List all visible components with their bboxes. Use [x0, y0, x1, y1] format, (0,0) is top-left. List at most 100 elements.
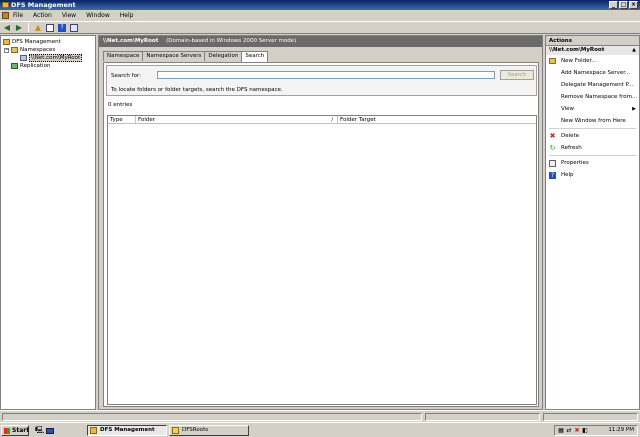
- tree-item-namespace-myroot[interactable]: \\Net.com\MyRoot: [20, 54, 83, 62]
- action-refresh[interactable]: ↻ Refresh: [546, 142, 639, 154]
- action-properties[interactable]: Properties: [546, 157, 639, 169]
- sort-arrow-icon: /: [331, 117, 333, 123]
- menu-bar: File Action View Window Help: [0, 10, 640, 21]
- action-help[interactable]: ? Help: [546, 169, 639, 181]
- actions-subhead-label: \\Net.com\MyRoot: [549, 47, 605, 53]
- network-tray-icon[interactable]: ▦: [558, 428, 564, 434]
- status-pane-main: [2, 413, 422, 421]
- show-desktop-icon[interactable]: [46, 426, 55, 435]
- new-folder-icon: [549, 58, 556, 65]
- properties-icon: [549, 160, 556, 167]
- action-label: Help: [561, 172, 574, 178]
- action-label: New Window from Here: [561, 118, 626, 124]
- center-pane: \\Net.com\MyRoot (Domain-based in Window…: [98, 35, 543, 410]
- entries-count: 0 entries: [108, 102, 133, 108]
- clock[interactable]: 11:29 PM: [608, 426, 634, 435]
- action-new-folder[interactable]: New Folder...: [546, 55, 639, 67]
- column-folder-target[interactable]: Folder Target: [338, 116, 536, 123]
- action-view[interactable]: View ▶: [546, 103, 639, 115]
- list-header: Type Folder / Folder Target: [108, 116, 536, 124]
- action-label: New Folder...: [561, 58, 597, 64]
- action-add-namespace-server[interactable]: Add Namespace Server...: [546, 67, 639, 79]
- dfs-management-icon: [3, 39, 10, 45]
- actions-subhead[interactable]: \\Net.com\MyRoot ▲: [546, 46, 639, 55]
- center-header: \\Net.com\MyRoot (Domain-based in Window…: [99, 36, 542, 47]
- column-type[interactable]: Type: [108, 116, 136, 123]
- collapse-icon[interactable]: −: [4, 47, 9, 53]
- tab-search[interactable]: Search: [241, 51, 269, 62]
- tree-item-replication[interactable]: Replication: [11, 62, 50, 70]
- task-dfsroots[interactable]: DFSRoots: [169, 425, 249, 436]
- search-input[interactable]: [157, 71, 495, 79]
- back-arrow-icon[interactable]: ◀: [2, 23, 12, 33]
- tab-delegation[interactable]: Delegation: [204, 51, 243, 61]
- console-tree: DFS Management − Namespaces \\Net.com\My…: [0, 35, 96, 410]
- status-pane-2: [425, 413, 540, 421]
- action-remove-namespace[interactable]: Remove Namespace from...: [546, 91, 639, 103]
- start-button[interactable]: Start: [1, 425, 29, 436]
- folder-task-icon: [172, 427, 179, 434]
- task-label: DFSRoots: [182, 427, 209, 433]
- action-delegate-management[interactable]: Delegate Management P...: [546, 79, 639, 91]
- system-tray: ▦ ⇄ ✖ ◧ 11:29 PM: [554, 425, 638, 436]
- task-dfs-management[interactable]: DFS Management: [87, 425, 167, 436]
- submenu-arrow-icon: ▶: [632, 106, 636, 112]
- tree-item-dfs-management[interactable]: DFS Management: [3, 38, 61, 46]
- action-label: View: [561, 106, 575, 112]
- close-button[interactable]: ×: [629, 1, 638, 9]
- toolbar-separator: [28, 23, 29, 32]
- refresh-icon: ↻: [549, 144, 556, 152]
- results-list[interactable]: Type Folder / Folder Target: [107, 115, 537, 405]
- status-pane-3: [543, 413, 638, 421]
- minimize-button[interactable]: _: [609, 1, 618, 9]
- tree-item-namespaces[interactable]: − Namespaces: [4, 46, 55, 54]
- action-pane-icon[interactable]: [69, 23, 79, 33]
- actions-pane: Actions \\Net.com\MyRoot ▲ New Folder...…: [545, 35, 640, 410]
- action-label: Remove Namespace from...: [561, 94, 638, 100]
- namespace-icon: [20, 55, 27, 61]
- search-group: Search for: Search To locate folders or …: [106, 65, 537, 96]
- dfs-app-icon: [2, 2, 9, 8]
- tree-label: \\Net.com\MyRoot: [29, 54, 83, 62]
- maximize-button[interactable]: □: [619, 1, 628, 9]
- delete-icon: ✖: [549, 132, 556, 140]
- namespace-mode-subtitle: (Domain-based in Windows 2000 Server mod…: [166, 38, 297, 44]
- column-folder-label: Folder: [138, 117, 155, 123]
- menu-view[interactable]: View: [62, 12, 76, 19]
- search-hint: To locate folders or folder targets, sea…: [111, 87, 283, 93]
- action-separator: [549, 128, 636, 129]
- replication-icon: [11, 63, 18, 69]
- up-folder-icon[interactable]: ▲: [33, 23, 43, 33]
- taskbar: Start 🖳 DFS Management DFSRoots ▦ ⇄ ✖ ◧ …: [0, 422, 640, 437]
- namespaces-folder-icon: [11, 47, 18, 53]
- search-label: Search for:: [111, 73, 141, 79]
- sync-tray-icon[interactable]: ⇄: [566, 428, 572, 434]
- alert-tray-icon[interactable]: ✖: [574, 428, 580, 434]
- menu-window[interactable]: Window: [86, 12, 110, 19]
- menu-file[interactable]: File: [13, 12, 23, 19]
- tab-strip: Namespace Namespace Servers Delegation S…: [103, 51, 269, 62]
- menu-action[interactable]: Action: [33, 12, 52, 19]
- actions-title: Actions: [546, 36, 639, 46]
- action-label: Refresh: [561, 145, 582, 151]
- tree-label: Replication: [20, 63, 51, 69]
- mmc-icon[interactable]: [2, 12, 9, 19]
- namespace-path-title: \\Net.com\MyRoot: [103, 38, 159, 44]
- action-delete[interactable]: ✖ Delete: [546, 130, 639, 142]
- help-icon: ?: [549, 172, 556, 179]
- action-label: Delete: [561, 133, 580, 139]
- action-new-window[interactable]: New Window from Here: [546, 115, 639, 127]
- column-folder[interactable]: Folder /: [136, 116, 338, 123]
- volume-tray-icon[interactable]: ◧: [582, 428, 588, 434]
- collapse-caret-icon: ▲: [632, 47, 636, 53]
- server-manager-icon[interactable]: 🖳: [35, 426, 44, 435]
- dfs-task-icon: [90, 427, 97, 434]
- help-icon[interactable]: ?: [57, 23, 67, 33]
- action-label: Add Namespace Server...: [561, 70, 631, 76]
- tab-namespace-servers[interactable]: Namespace Servers: [142, 51, 206, 61]
- tab-namespace[interactable]: Namespace: [103, 51, 144, 61]
- show-hide-tree-icon[interactable]: [45, 23, 55, 33]
- menu-help[interactable]: Help: [120, 12, 134, 19]
- search-button[interactable]: Search: [500, 70, 534, 80]
- forward-arrow-icon[interactable]: ▶: [14, 23, 24, 33]
